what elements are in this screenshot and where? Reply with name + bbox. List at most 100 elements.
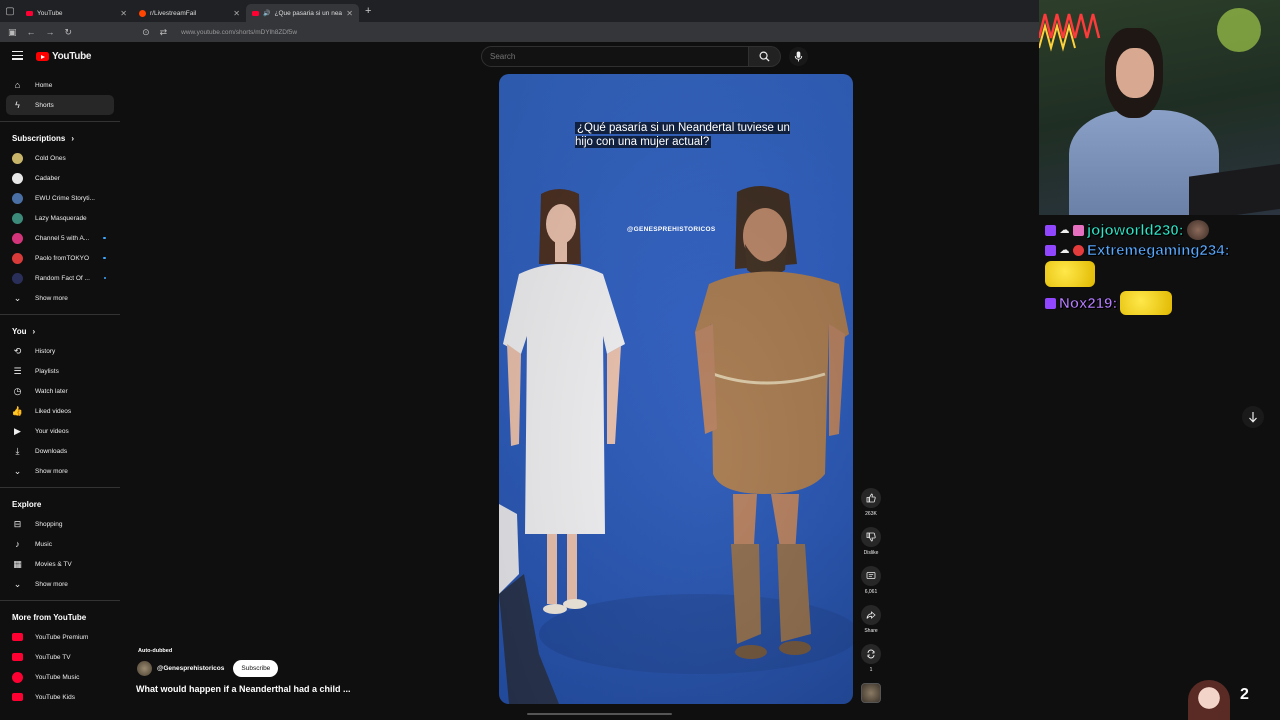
comments-button[interactable] [861, 566, 881, 586]
channel-avatar [12, 252, 23, 264]
chat-message: ☁ Extremegaming234: [1045, 242, 1275, 259]
search-icon [759, 51, 770, 62]
divider [0, 314, 120, 315]
back-icon[interactable]: ← [27, 27, 36, 37]
forward-icon[interactable]: → [46, 27, 55, 37]
new-tab-icon[interactable]: + [365, 5, 371, 17]
sidebar-item-label: Music [35, 540, 52, 548]
video-progress-bar[interactable] [499, 712, 853, 716]
video-caption: ¿Qué pasaría si un Neandertal tuviese un… [575, 121, 805, 149]
sidebar-item-subscription[interactable]: Random Fact Of ... [0, 268, 114, 288]
hamburger-menu-icon[interactable] [12, 51, 23, 60]
sidebar-item-subscription[interactable]: Cold Ones [0, 148, 114, 168]
search-button[interactable] [749, 46, 781, 67]
tune-icon[interactable]: ⇄ [160, 27, 168, 38]
sidebar-item-label: Paolo fromTOKYO [35, 254, 90, 262]
sidebar-item-subscription[interactable]: EWU Crime Storyti... [0, 188, 114, 208]
you-heading[interactable]: You › [0, 321, 120, 341]
more-from-youtube-heading: More from YouTube [0, 607, 120, 627]
close-tab-icon[interactable]: ✕ [346, 9, 353, 18]
shorts-icon: ϟ [15, 100, 20, 110]
tab-current-short[interactable]: 🔊 ¿Que pasaria si un neander... ✕ [246, 4, 359, 22]
site-info-icon[interactable]: ⊙ [142, 27, 150, 38]
sidebar-item-shopping[interactable]: ⊟ Shopping [0, 514, 114, 534]
sidebar-item-label: History [35, 347, 56, 355]
channel-avatar [12, 172, 23, 184]
thumbs-down-icon [866, 532, 876, 542]
dislike-button[interactable] [861, 527, 881, 547]
sidebar-item-subscription[interactable]: Cadaber [0, 168, 114, 188]
sidebar-item-shorts[interactable]: ϟ Shorts [6, 95, 114, 115]
sidebar-item-liked-videos[interactable]: 👍 Liked videos [0, 401, 114, 421]
tab-youtube[interactable]: YouTube ✕ [20, 4, 133, 22]
divider [0, 121, 120, 122]
audio-playing-icon[interactable]: 🔊 [263, 10, 270, 17]
sidebar-item-label: Your videos [35, 427, 69, 435]
search-input[interactable] [481, 46, 749, 67]
sidebar-item-home[interactable]: ⌂ Home [0, 75, 114, 95]
sidebar-item-downloads[interactable]: ⤓ Downloads [0, 441, 114, 461]
shorts-video-player[interactable]: ¿Qué pasaría si un Neandertal tuviese un… [499, 74, 853, 704]
close-tab-icon[interactable]: ✕ [120, 9, 127, 18]
channel-name[interactable]: @Genesprehistoricos [157, 665, 224, 672]
youtube-service-icon [12, 693, 23, 701]
sidebar-item-youtube-service[interactable]: YouTube Music [0, 667, 114, 687]
auto-dubbed-label: Auto-dubbed [138, 648, 173, 654]
streamer-webcam [1039, 0, 1280, 215]
chevron-right-icon: › [32, 326, 36, 336]
sidebar-item-watch-later[interactable]: ◷ Watch later [0, 381, 114, 401]
chat-emote-line [1045, 261, 1275, 287]
close-tab-icon[interactable]: ✕ [233, 9, 240, 18]
sidebar-item-label: Playlists [35, 367, 59, 375]
share-button[interactable] [861, 605, 881, 625]
sidebar-item-music[interactable]: ♪ Music [0, 534, 114, 554]
sidebar-item-label: Show more [35, 467, 68, 475]
chat-emote [1120, 291, 1173, 315]
sidebar-item-label: YouTube Kids [35, 693, 75, 701]
sidebar-item-subscription[interactable]: Lazy Masquerade [0, 208, 114, 228]
tab-actions-icon[interactable]: ▢ [0, 0, 20, 22]
video-title[interactable]: What would happen if a Neanderthal had a… [136, 684, 351, 694]
new-content-dot [103, 276, 107, 280]
sound-thumbnail[interactable] [861, 683, 881, 703]
subscriber-badge-icon [1073, 224, 1084, 236]
explore-heading: Explore [0, 494, 120, 514]
next-short-button[interactable] [1242, 406, 1264, 428]
sidebar-item-history[interactable]: ⟲ History [0, 341, 114, 361]
remix-icon [867, 649, 875, 659]
logo-wordmark: YouTube [52, 51, 92, 62]
sidebar-item-youtube-service[interactable]: YouTube TV [0, 647, 114, 667]
chat-emote [1045, 261, 1095, 287]
remix-button[interactable] [861, 644, 881, 664]
sidebar-item-your-videos[interactable]: ▶ Your videos [0, 421, 114, 441]
address-bar: ▣ ← → ↻ ⊙ ⇄ www.youtube.com/shorts/mDYlh… [0, 22, 1040, 42]
show-more-you[interactable]: ⌄ Show more [0, 461, 114, 481]
tab-title: YouTube [37, 9, 63, 17]
sidebar-item-label: Random Fact Of ... [35, 274, 90, 282]
channel-avatar[interactable] [137, 661, 152, 676]
sidebar-toggle-icon[interactable]: ▣ [8, 27, 17, 38]
like-button[interactable] [861, 488, 881, 508]
show-more-subscriptions[interactable]: ⌄ Show more [0, 288, 114, 308]
sidebar-item-playlists[interactable]: ☰ Playlists [0, 361, 114, 381]
sidebar-item-label: YouTube TV [35, 653, 71, 661]
youtube-logo[interactable]: YouTube [36, 51, 92, 62]
sidebar-item-label: EWU Crime Storyti... [35, 194, 95, 202]
voice-search-button[interactable] [789, 47, 808, 66]
chat-username: jojoworld230: [1087, 221, 1184, 239]
subscriptions-heading[interactable]: Subscriptions › [0, 128, 120, 148]
sidebar-item-label: Channel 5 with A... [35, 234, 90, 242]
video-watermark: @GENESPREHISTORICOS [627, 226, 716, 233]
your-videos-icon: ▶ [14, 425, 21, 436]
sidebar-item-label: Liked videos [35, 407, 72, 415]
sidebar-item-movies[interactable]: ▦ Movies & TV [0, 554, 114, 574]
sidebar-item-youtube-service[interactable]: YouTube Kids [0, 687, 114, 707]
sidebar-item-youtube-service[interactable]: YouTube Premium [0, 627, 114, 647]
reload-icon[interactable]: ↻ [65, 27, 73, 38]
show-more-explore[interactable]: ⌄ Show more [0, 574, 114, 594]
sidebar-item-subscription[interactable]: Paolo fromTOKYO [0, 248, 114, 268]
tab-livestreamfail[interactable]: r/LivestreamFail ✕ [133, 4, 246, 22]
subscribe-button[interactable]: Subscribe [233, 660, 279, 677]
url-field[interactable]: www.youtube.com/shorts/mDYlh8ZDf5w [181, 29, 297, 36]
sidebar-item-subscription[interactable]: Channel 5 with A... [0, 228, 114, 248]
